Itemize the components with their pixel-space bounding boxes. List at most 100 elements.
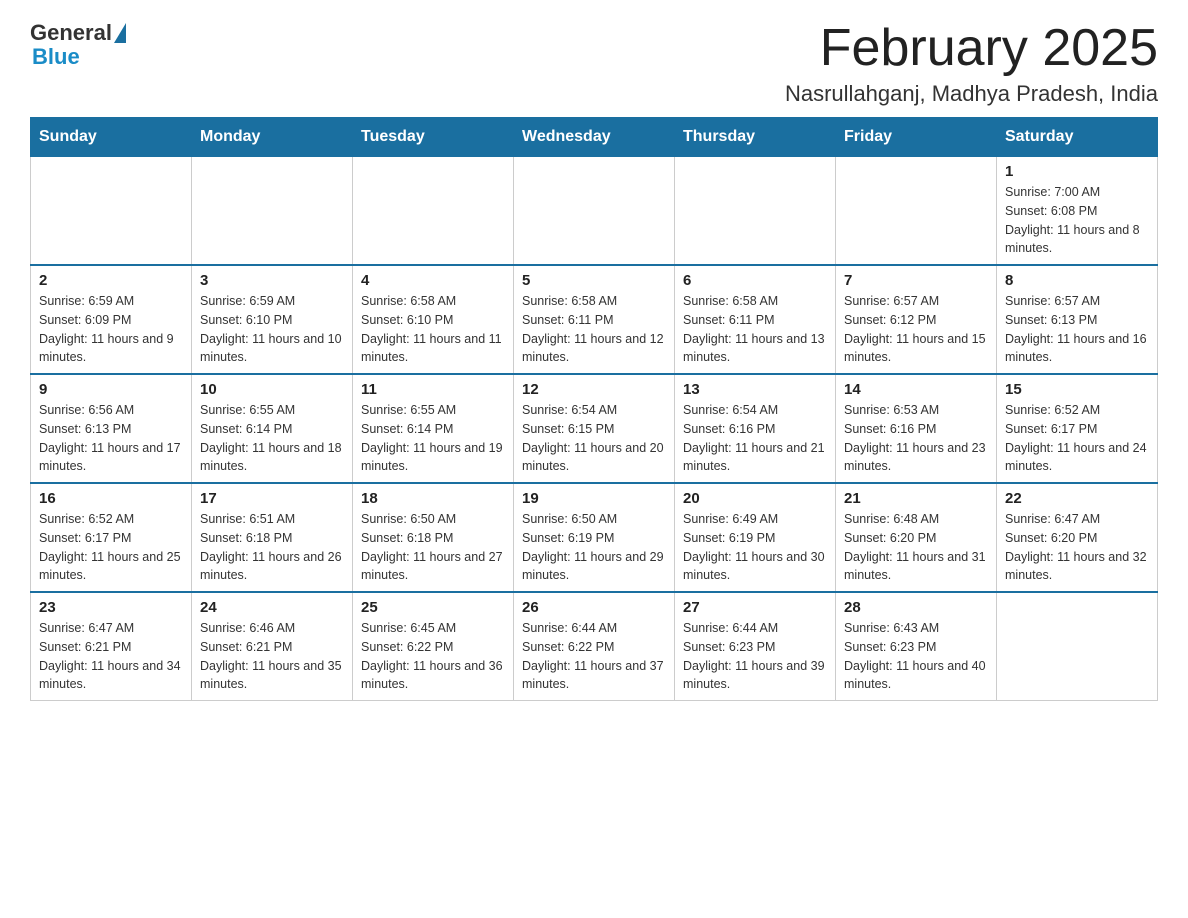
day-info: Sunrise: 6:58 AM Sunset: 6:11 PM Dayligh… (522, 292, 666, 367)
day-info: Sunrise: 6:49 AM Sunset: 6:19 PM Dayligh… (683, 510, 827, 585)
calendar-day-cell: 9 Sunrise: 6:56 AM Sunset: 6:13 PM Daylig… (31, 374, 192, 483)
logo-blue-text: Blue (32, 44, 80, 70)
calendar-day-cell: 12 Sunrise: 6:54 AM Sunset: 6:15 PM Dayli… (514, 374, 675, 483)
day-info: Sunrise: 6:43 AM Sunset: 6:23 PM Dayligh… (844, 619, 988, 694)
day-number: 10 (200, 381, 344, 398)
day-info: Sunrise: 6:57 AM Sunset: 6:12 PM Dayligh… (844, 292, 988, 367)
calendar-day-cell: 11Sunrise: 6:55 AM Sunset: 6:14 PM Dayli… (353, 374, 514, 483)
calendar-day-cell: 8 Sunrise: 6:57 AM Sunset: 6:13 PM Daylig… (997, 265, 1158, 374)
calendar-day-cell: 6 Sunrise: 6:58 AM Sunset: 6:11 PM Daylig… (675, 265, 836, 374)
day-of-week-header: Wednesday (514, 118, 675, 157)
day-number: 20 (683, 490, 827, 507)
day-number: 14 (844, 381, 988, 398)
calendar-week-row: 9 Sunrise: 6:56 AM Sunset: 6:13 PM Daylig… (31, 374, 1158, 483)
calendar-day-cell: 23 Sunrise: 6:47 AM Sunset: 6:21 PM Dayli… (31, 592, 192, 701)
calendar-day-cell: 18Sunrise: 6:50 AM Sunset: 6:18 PM Dayli… (353, 483, 514, 592)
calendar-day-cell: 24 Sunrise: 6:46 AM Sunset: 6:21 PM Dayli… (192, 592, 353, 701)
day-of-week-header: Saturday (997, 118, 1158, 157)
day-number: 4 (361, 272, 505, 289)
day-number: 5 (522, 272, 666, 289)
day-info: Sunrise: 6:44 AM Sunset: 6:23 PM Dayligh… (683, 619, 827, 694)
day-number: 12 (522, 381, 666, 398)
calendar-day-cell (353, 157, 514, 266)
day-number: 21 (844, 490, 988, 507)
calendar-day-cell: 27 Sunrise: 6:44 AM Sunset: 6:23 PM Dayli… (675, 592, 836, 701)
day-number: 15 (1005, 381, 1149, 398)
day-of-week-header: Sunday (31, 118, 192, 157)
calendar-day-cell (31, 157, 192, 266)
calendar-day-cell: 5 Sunrise: 6:58 AM Sunset: 6:11 PM Daylig… (514, 265, 675, 374)
calendar-day-cell: 7 Sunrise: 6:57 AM Sunset: 6:12 PM Daylig… (836, 265, 997, 374)
calendar-day-cell: 3 Sunrise: 6:59 AM Sunset: 6:10 PM Daylig… (192, 265, 353, 374)
day-info: Sunrise: 6:53 AM Sunset: 6:16 PM Dayligh… (844, 401, 988, 476)
calendar-day-cell (514, 157, 675, 266)
calendar-day-cell: 10 Sunrise: 6:55 AM Sunset: 6:14 PM Dayli… (192, 374, 353, 483)
calendar-day-cell: 2 Sunrise: 6:59 AM Sunset: 6:09 PM Daylig… (31, 265, 192, 374)
calendar-day-cell: 13 Sunrise: 6:54 AM Sunset: 6:16 PM Dayli… (675, 374, 836, 483)
day-number: 26 (522, 599, 666, 616)
day-info: Sunrise: 6:46 AM Sunset: 6:21 PM Dayligh… (200, 619, 344, 694)
day-info: Sunrise: 6:47 AM Sunset: 6:21 PM Dayligh… (39, 619, 183, 694)
calendar-week-row: 16Sunrise: 6:52 AM Sunset: 6:17 PM Dayli… (31, 483, 1158, 592)
calendar-week-row: 2 Sunrise: 6:59 AM Sunset: 6:09 PM Daylig… (31, 265, 1158, 374)
day-info: Sunrise: 6:55 AM Sunset: 6:14 PM Dayligh… (361, 401, 505, 476)
day-of-week-header: Monday (192, 118, 353, 157)
day-number: 7 (844, 272, 988, 289)
calendar-table: SundayMondayTuesdayWednesdayThursdayFrid… (30, 117, 1158, 701)
day-info: Sunrise: 6:56 AM Sunset: 6:13 PM Dayligh… (39, 401, 183, 476)
calendar-week-row: 23 Sunrise: 6:47 AM Sunset: 6:21 PM Dayli… (31, 592, 1158, 701)
day-of-week-header: Thursday (675, 118, 836, 157)
day-info: Sunrise: 6:54 AM Sunset: 6:15 PM Dayligh… (522, 401, 666, 476)
day-info: Sunrise: 6:47 AM Sunset: 6:20 PM Dayligh… (1005, 510, 1149, 585)
page-header: General Blue February 2025 Nasrullahganj… (30, 20, 1158, 107)
day-info: Sunrise: 6:59 AM Sunset: 6:10 PM Dayligh… (200, 292, 344, 367)
day-info: Sunrise: 6:44 AM Sunset: 6:22 PM Dayligh… (522, 619, 666, 694)
day-number: 23 (39, 599, 183, 616)
day-info: Sunrise: 6:51 AM Sunset: 6:18 PM Dayligh… (200, 510, 344, 585)
calendar-day-cell (192, 157, 353, 266)
day-info: Sunrise: 6:58 AM Sunset: 6:11 PM Dayligh… (683, 292, 827, 367)
day-number: 6 (683, 272, 827, 289)
day-number: 28 (844, 599, 988, 616)
day-info: Sunrise: 6:57 AM Sunset: 6:13 PM Dayligh… (1005, 292, 1149, 367)
calendar-day-cell: 20 Sunrise: 6:49 AM Sunset: 6:19 PM Dayli… (675, 483, 836, 592)
day-number: 22 (1005, 490, 1149, 507)
calendar-day-cell: 28 Sunrise: 6:43 AM Sunset: 6:23 PM Dayli… (836, 592, 997, 701)
logo-triangle-icon (114, 23, 126, 43)
day-info: Sunrise: 6:54 AM Sunset: 6:16 PM Dayligh… (683, 401, 827, 476)
month-title: February 2025 (785, 20, 1158, 77)
day-info: Sunrise: 6:58 AM Sunset: 6:10 PM Dayligh… (361, 292, 505, 367)
calendar-header-row: SundayMondayTuesdayWednesdayThursdayFrid… (31, 118, 1158, 157)
day-info: Sunrise: 6:52 AM Sunset: 6:17 PM Dayligh… (1005, 401, 1149, 476)
day-number: 19 (522, 490, 666, 507)
day-info: Sunrise: 6:45 AM Sunset: 6:22 PM Dayligh… (361, 619, 505, 694)
day-info: Sunrise: 6:50 AM Sunset: 6:19 PM Dayligh… (522, 510, 666, 585)
calendar-day-cell: 16Sunrise: 6:52 AM Sunset: 6:17 PM Dayli… (31, 483, 192, 592)
day-number: 13 (683, 381, 827, 398)
calendar-day-cell (997, 592, 1158, 701)
calendar-day-cell: 19 Sunrise: 6:50 AM Sunset: 6:19 PM Dayli… (514, 483, 675, 592)
calendar-day-cell: 22 Sunrise: 6:47 AM Sunset: 6:20 PM Dayli… (997, 483, 1158, 592)
day-info: Sunrise: 6:52 AM Sunset: 6:17 PM Dayligh… (39, 510, 183, 585)
calendar-day-cell: 15 Sunrise: 6:52 AM Sunset: 6:17 PM Dayli… (997, 374, 1158, 483)
day-number: 25 (361, 599, 505, 616)
title-area: February 2025 Nasrullahganj, Madhya Prad… (785, 20, 1158, 107)
day-number: 8 (1005, 272, 1149, 289)
calendar-week-row: 1Sunrise: 7:00 AM Sunset: 6:08 PM Daylig… (31, 157, 1158, 266)
logo-general-text: General (30, 20, 112, 46)
day-info: Sunrise: 6:50 AM Sunset: 6:18 PM Dayligh… (361, 510, 505, 585)
day-info: Sunrise: 7:00 AM Sunset: 6:08 PM Dayligh… (1005, 183, 1149, 258)
day-of-week-header: Tuesday (353, 118, 514, 157)
day-number: 9 (39, 381, 183, 398)
day-number: 17 (200, 490, 344, 507)
day-info: Sunrise: 6:55 AM Sunset: 6:14 PM Dayligh… (200, 401, 344, 476)
day-number: 2 (39, 272, 183, 289)
day-number: 27 (683, 599, 827, 616)
calendar-day-cell (836, 157, 997, 266)
day-number: 3 (200, 272, 344, 289)
calendar-day-cell: 25 Sunrise: 6:45 AM Sunset: 6:22 PM Dayli… (353, 592, 514, 701)
logo: General Blue (30, 20, 126, 70)
day-number: 24 (200, 599, 344, 616)
day-info: Sunrise: 6:59 AM Sunset: 6:09 PM Dayligh… (39, 292, 183, 367)
calendar-day-cell (675, 157, 836, 266)
